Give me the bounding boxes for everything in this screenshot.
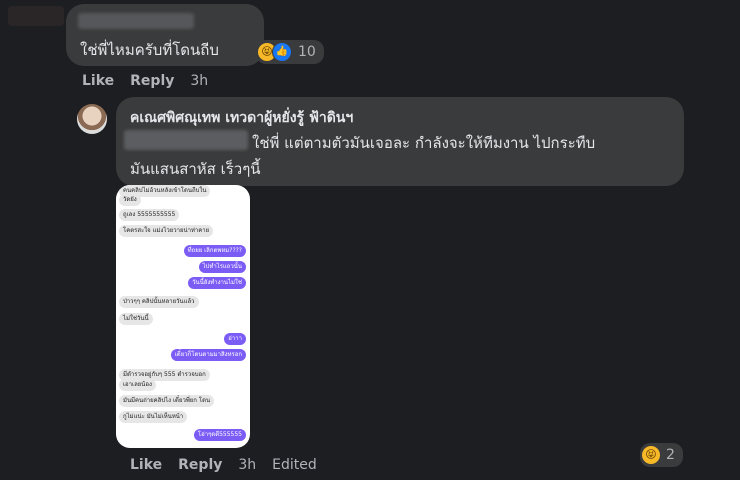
timestamp[interactable]: 3h bbox=[238, 457, 256, 473]
reply-actions: Like Reply 3h Edited bbox=[130, 457, 317, 473]
reply-text-line2: มันแสนสาหัส เร็วๆนี้ bbox=[130, 160, 261, 178]
edited-label: Edited bbox=[272, 457, 317, 473]
reply-bubble: คเณศพิศณุเทพ เทวดาผู้หยั่งรู้ ฟ้าดินฯ ใช… bbox=[116, 97, 684, 186]
reaction-summary[interactable]: 😝 👍 10 bbox=[256, 40, 324, 64]
chat-message: โคตรสะใจ แม่งไวยวายน่าห่าคาย bbox=[119, 225, 214, 237]
redacted-mention bbox=[124, 130, 248, 150]
comment-bubble: ใช่พี่ไหมครับที่โดนถีบ bbox=[66, 4, 264, 66]
chat-message: อ่าาา bbox=[224, 333, 246, 345]
like-button[interactable]: Like bbox=[82, 73, 114, 89]
chat-message: ถูเลง 5555555555 bbox=[119, 209, 180, 221]
avatar[interactable] bbox=[8, 6, 64, 26]
chat-message: ไม่ใช่วันนี้ bbox=[119, 313, 153, 325]
reaction-count: 2 bbox=[666, 447, 675, 463]
reply-avatar[interactable] bbox=[77, 104, 107, 134]
comment-text: ใช่พี่ไหมครับที่โดนถีบ bbox=[80, 41, 219, 59]
reaction-count: 10 bbox=[298, 44, 316, 60]
chat-message: กูไม่แน่ะ มันไม่เห็นหน้า bbox=[119, 411, 188, 423]
like-button[interactable]: Like bbox=[130, 457, 162, 473]
reply-text-line1: ใช่พี่ แต่ตามตัวมันเจอละ กำลังจะให้ทีมงา… bbox=[252, 134, 596, 152]
reply-button[interactable]: Reply bbox=[130, 73, 174, 89]
timestamp[interactable]: 3h bbox=[190, 73, 208, 89]
reply-button[interactable]: Reply bbox=[178, 457, 222, 473]
chat-message: โอ่าๆดดี555555 bbox=[193, 429, 246, 441]
chat-message: ไปทำไรแถวนั้น bbox=[198, 261, 246, 273]
haha-react-icon: 😝 bbox=[642, 446, 660, 464]
attached-chat-screenshot[interactable]: คนคลิปไม่อ้วนหลังเข้าโดนถีบใน วัดยัง ถูเลง… bbox=[116, 185, 250, 448]
reply-author-name[interactable]: คเณศพิศณุเทพ เทวดาผู้หยั่งรู้ ฟ้าดินฯ bbox=[130, 107, 353, 129]
chat-message: วันนี้ยังทำงานไม่ใช่ bbox=[188, 277, 246, 289]
reply-reaction-summary[interactable]: 😝 2 bbox=[640, 443, 683, 467]
comment-thread: ใช่พี่ไหมครับที่โดนถีบ 😝 👍 10 Like Reply… bbox=[0, 0, 740, 480]
chat-message: ที่ถยย เลิกตพหม???? bbox=[183, 245, 246, 257]
like-react-icon: 👍 bbox=[272, 42, 292, 62]
comment-actions: Like Reply 3h bbox=[82, 73, 208, 89]
chat-message: วัดยัง bbox=[119, 194, 141, 206]
redacted-author-name bbox=[78, 13, 194, 29]
chat-message: ป่าวๆๆ คลิปนั้นหลายวันแล้ว bbox=[119, 296, 199, 308]
chat-message: เอาเลยน้อง bbox=[119, 379, 156, 391]
chat-message: มันมีคนถ่ายคลิปไง เดี๋ยวพี่ยก โดน bbox=[119, 395, 215, 407]
chat-message: เดี๋ยวก็โดนตามมาสิงหรอก bbox=[170, 349, 246, 361]
